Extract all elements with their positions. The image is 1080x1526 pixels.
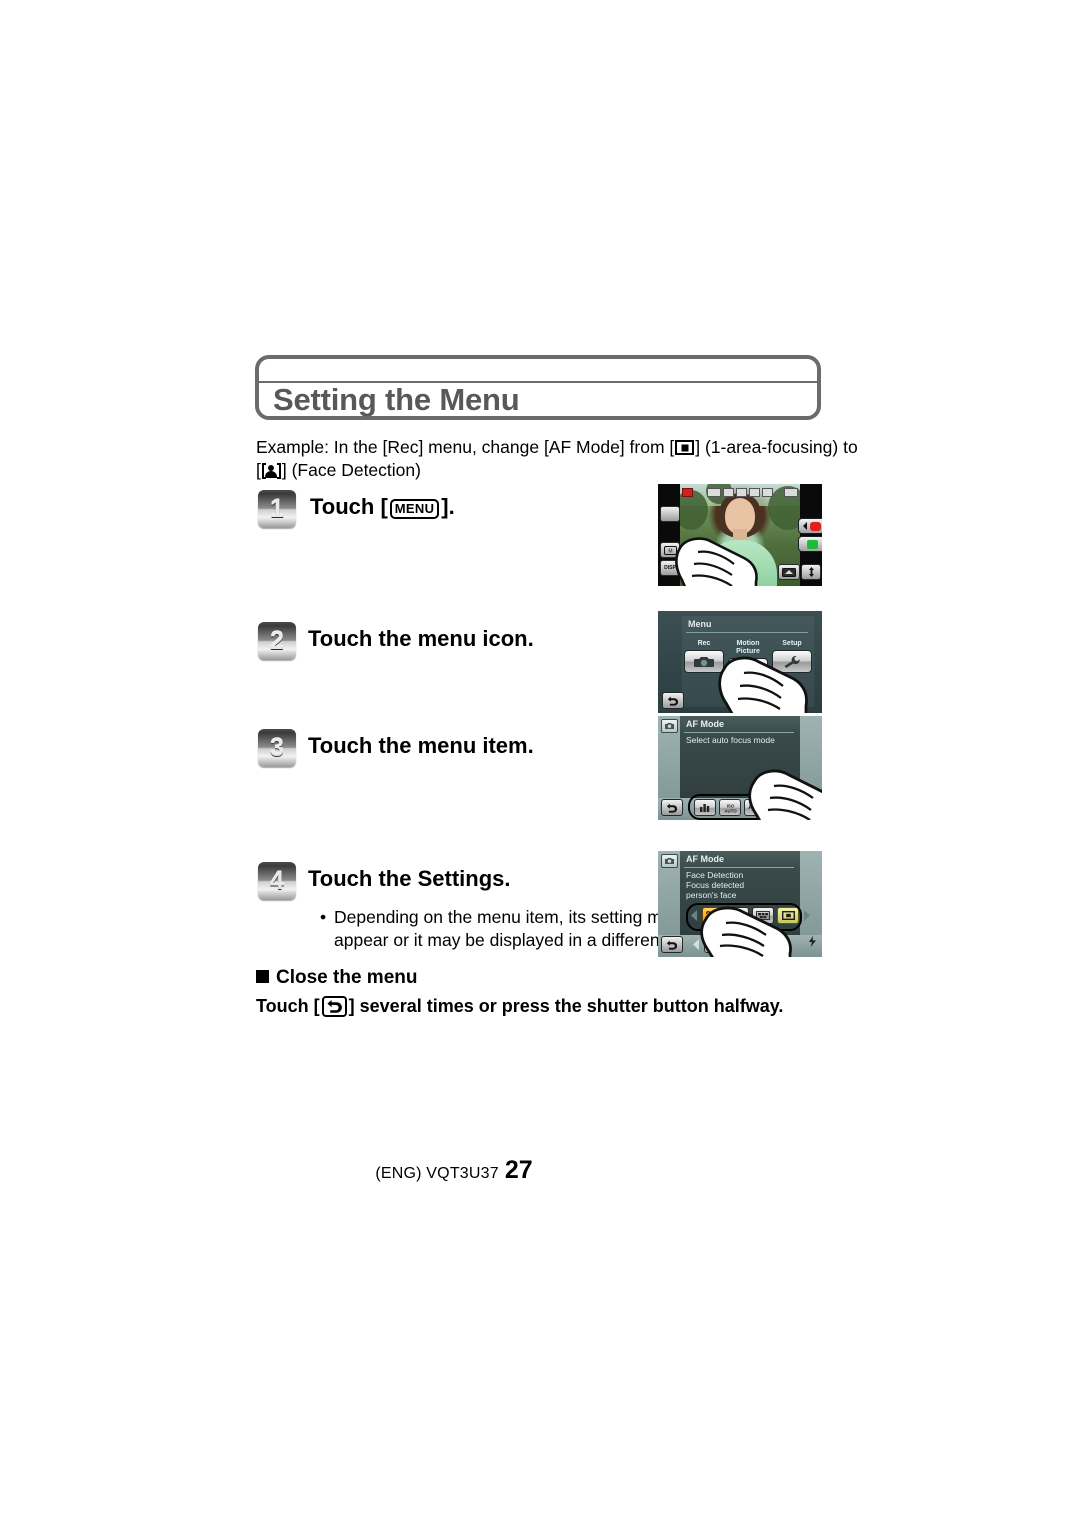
step-4-badge: 4	[258, 862, 296, 900]
camera-mode-icon	[660, 506, 680, 522]
back-button[interactable]	[662, 692, 684, 709]
step-3-title: Touch the menu item.	[308, 733, 534, 758]
intro-text-part2: ] (1-area-focusing) to	[695, 437, 858, 457]
flash-icon[interactable]	[806, 934, 819, 952]
close-menu-heading: Close the menu	[256, 966, 826, 990]
rec-mode-button[interactable]	[798, 518, 822, 534]
menu-title-divider	[686, 632, 808, 633]
footer-page-number: 27	[504, 1156, 533, 1184]
zoom-button[interactable]	[801, 564, 821, 580]
page-title-box: Setting the Menu	[255, 355, 821, 420]
step-1-badge: 1	[258, 490, 296, 528]
playback-button[interactable]	[798, 536, 822, 552]
intro-text-part1: Example: In the [Rec] menu, change [AF M…	[256, 437, 675, 457]
rec-indicator-icon	[682, 488, 693, 497]
menu-item-setup-label: Setup	[782, 640, 802, 647]
note-bullet: •	[320, 907, 327, 927]
close-instruction-pre: Touch [	[256, 996, 320, 1016]
screenshot-af-mode-settings: AF Mode Face Detection Focus detected pe…	[658, 851, 822, 957]
screenshot-af-mode-list: AF Mode Select auto focus mode ISOAUTO A…	[658, 716, 822, 820]
back-button-glyph	[321, 996, 347, 1017]
af-settings-title: AF Mode	[686, 854, 724, 864]
menu-item-rec-label: Rec	[697, 640, 711, 647]
one-area-focusing-icon	[675, 440, 695, 455]
menu-screen-title: Menu	[688, 619, 712, 629]
back-button[interactable]	[661, 936, 683, 953]
menu-button-glyph: MENU	[389, 499, 440, 519]
af-desc-line-2: Focus detected	[686, 880, 745, 890]
hand-pointer-icon	[714, 651, 814, 713]
face-detection-icon	[261, 463, 281, 479]
rec-menu-icon	[661, 719, 678, 733]
screenshot-live-view: M DISP	[658, 484, 822, 586]
step-4-number: 4	[270, 866, 284, 895]
af-desc-line-1: Face Detection	[686, 870, 744, 880]
stabilizer-icon	[736, 488, 747, 497]
af-mode-title: AF Mode	[686, 719, 724, 729]
close-menu-instruction: Touch [ ] several times or press the shut…	[256, 993, 826, 1019]
rec-menu-icon	[661, 854, 678, 868]
step-2-badge: 2	[258, 622, 296, 660]
manual-page: Setting the Menu Example: In the [Rec] m…	[0, 0, 1080, 1526]
step-1-title-pre: Touch [	[310, 494, 388, 519]
af-title-divider	[684, 732, 794, 733]
hand-pointer-icon	[746, 764, 822, 820]
live-view-right-rail	[778, 484, 822, 586]
step-3-badge: 3	[258, 729, 296, 767]
screenshot-menu: Menu Rec Motion Picture Setup	[658, 611, 822, 713]
step-3-number: 3	[270, 733, 284, 762]
step-1-title-post: ].	[441, 494, 455, 519]
step-2-title: Touch the menu icon.	[308, 626, 534, 651]
hd-icon	[723, 488, 734, 497]
metering-icon	[762, 488, 773, 497]
close-menu-section: Close the menu Touch [ ] several times or…	[256, 966, 826, 1019]
close-instruction-post: ] several times or press the shutter but…	[348, 996, 784, 1016]
back-button[interactable]	[661, 799, 683, 816]
page-title: Setting the Menu	[273, 381, 520, 417]
square-bullet-icon	[256, 970, 269, 983]
step-2-number: 2	[270, 626, 284, 655]
battery-icon	[784, 488, 798, 497]
hand-pointer-icon	[698, 901, 798, 957]
menu-item-motion-label-1: Motion	[736, 640, 760, 647]
footer-code: (ENG) VQT3U37	[375, 1165, 499, 1182]
page-footer: (ENG) VQT3U37 27	[0, 1156, 1080, 1185]
af-mode-status-icon	[749, 488, 760, 497]
live-view-status-bar	[680, 484, 800, 501]
intro-text-part3: ] (Face Detection)	[281, 460, 421, 480]
step-1-number: 1	[270, 494, 284, 523]
af-mode-description: Select auto focus mode	[686, 735, 775, 745]
next-arrow-icon[interactable]	[802, 909, 811, 922]
af-settings-description: Face Detection Focus detected person's f…	[686, 870, 796, 900]
step-4-title: Touch the Settings.	[308, 866, 511, 891]
quality-icon	[707, 488, 721, 497]
intro-paragraph: Example: In the [Rec] menu, change [AF M…	[256, 437, 858, 480]
step-1-title: Touch [MENU].	[310, 494, 455, 520]
hand-pointer-icon	[672, 532, 764, 586]
af-desc-line-3: person's face	[686, 890, 737, 900]
af-settings-divider	[684, 867, 794, 868]
exposure-button[interactable]	[778, 564, 800, 580]
close-menu-heading-text: Close the menu	[276, 967, 418, 988]
